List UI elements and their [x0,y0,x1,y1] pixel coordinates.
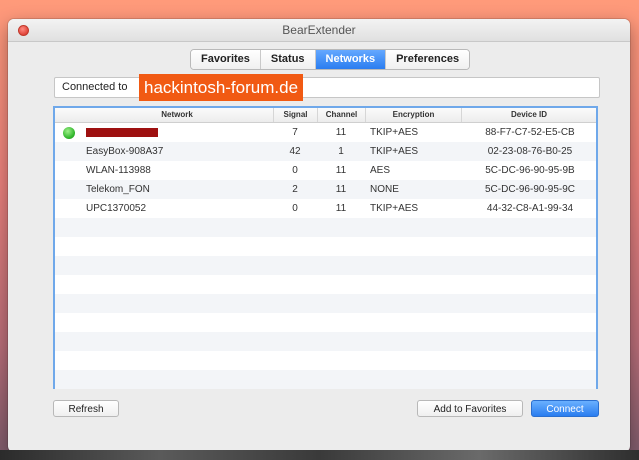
cell-network: UPC1370052 [86,203,147,214]
table-row[interactable]: 7 11 TKIP+AES 88-F7-C7-52-E5-CB [55,123,596,142]
cell-channel: 11 [335,127,347,138]
cell-device-id: 88-F7-C7-52-E5-CB [485,127,575,138]
empty-row [55,332,596,351]
connect-button[interactable]: Connect [531,400,599,417]
empty-row [55,256,596,275]
cell-device-id: 5C-DC-96-90-95-9C [484,184,576,195]
cell-encryption: TKIP+AES [370,203,419,214]
table-row[interactable]: Telekom_FON 2 11 NONE 5C-DC-96-90-95-9C [55,180,596,199]
cell-device-id: 5C-DC-96-90-95-9B [485,165,575,176]
cell-channel: 11 [335,184,347,195]
cell-network: WLAN-113988 [86,165,151,176]
cell-encryption: NONE [370,184,399,195]
column-channel[interactable]: Channel [317,108,365,122]
cell-channel: 11 [335,165,347,176]
cell-device-id: 02-23-08-76-B0-25 [487,146,573,157]
table-row[interactable]: EasyBox-908A37 42 1 TKIP+AES 02-23-08-76… [55,142,596,161]
empty-row [55,313,596,332]
tab-favorites[interactable]: Favorites [191,50,261,69]
bearextender-window: BearExtender Favorites Status Networks P… [8,19,630,452]
cell-signal: 0 [292,203,298,214]
cell-channel: 11 [335,203,347,214]
refresh-button[interactable]: Refresh [53,400,119,417]
table-body: 7 11 TKIP+AES 88-F7-C7-52-E5-CB EasyBox-… [55,123,596,389]
networks-table[interactable]: Network Signal Channel Encryption Device… [53,106,598,389]
table-row[interactable]: WLAN-113988 0 11 AES 5C-DC-96-90-95-9B [55,161,596,180]
empty-row [55,351,596,370]
column-device-id[interactable]: Device ID [461,108,596,122]
connection-field: Connected to hackintosh-forum.de [54,74,600,101]
connected-status-icon [63,127,75,139]
empty-row [55,294,596,313]
cell-encryption: TKIP+AES [370,127,419,138]
column-encryption[interactable]: Encryption [365,108,461,122]
empty-row [55,218,596,237]
tab-status[interactable]: Status [260,50,316,69]
add-to-favorites-button[interactable]: Add to Favorites [417,400,523,417]
empty-row [55,275,596,294]
cell-signal: 2 [292,184,298,195]
window-title: BearExtender [282,23,356,37]
tab-networks[interactable]: Networks [315,50,387,69]
connected-network-value: hackintosh-forum.de [139,74,304,101]
cell-network: Telekom_FON [86,184,150,195]
redacted-network-name [86,128,158,137]
cell-signal: 7 [292,127,298,138]
tab-bar: Favorites Status Networks Preferences [190,49,471,70]
cell-channel: 1 [338,146,344,157]
tab-preferences[interactable]: Preferences [386,50,470,69]
column-network[interactable]: Network [81,108,273,122]
column-signal[interactable]: Signal [273,108,317,122]
cell-signal: 42 [289,146,301,157]
desktop-background-strip [0,450,639,460]
cell-network: EasyBox-908A37 [86,146,164,157]
empty-row [55,370,596,389]
cell-encryption: AES [370,165,391,176]
connected-to-label: Connected to [62,81,128,93]
empty-row [55,237,596,256]
cell-device-id: 44-32-C8-A1-99-34 [486,203,574,214]
cell-signal: 0 [292,165,298,176]
table-row[interactable]: UPC1370052 0 11 TKIP+AES 44-32-C8-A1-99-… [55,199,596,218]
cell-encryption: TKIP+AES [370,146,419,157]
table-header: Network Signal Channel Encryption Device… [55,108,596,123]
titlebar[interactable]: BearExtender [8,19,630,42]
